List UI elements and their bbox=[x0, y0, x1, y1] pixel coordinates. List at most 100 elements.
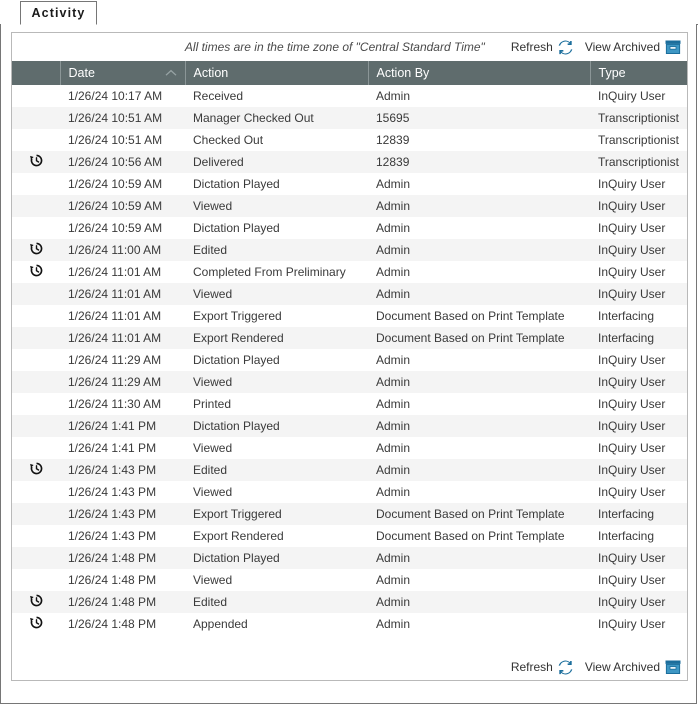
table-row: 1/26/24 11:01 AM Viewed Admin InQuiry User bbox=[12, 283, 687, 305]
table-row: 1/26/24 1:48 PM Edited Admin InQuiry User bbox=[12, 591, 687, 613]
cell-action-by: Admin bbox=[368, 613, 590, 635]
cell-date: 1/26/24 11:29 AM bbox=[60, 349, 185, 371]
cell-type: InQuiry User bbox=[590, 613, 687, 635]
row-history-cell[interactable] bbox=[12, 239, 60, 261]
cell-date: 1/26/24 10:51 AM bbox=[60, 129, 185, 151]
column-header-type[interactable]: Type bbox=[590, 61, 687, 85]
cell-date: 1/26/24 10:59 AM bbox=[60, 195, 185, 217]
table-row: 1/26/24 11:01 AM Export Rendered Document … bbox=[12, 327, 687, 349]
cell-action: Completed From Preliminary bbox=[185, 261, 368, 283]
cell-date: 1/26/24 10:17 AM bbox=[60, 85, 185, 107]
history-revert-icon[interactable] bbox=[28, 241, 44, 257]
row-history-cell bbox=[12, 85, 60, 107]
refresh-button-bottom[interactable]: Refresh bbox=[511, 660, 573, 675]
row-history-cell bbox=[12, 305, 60, 327]
row-history-cell bbox=[12, 217, 60, 239]
cell-type: InQuiry User bbox=[590, 459, 687, 481]
cell-type: InQuiry User bbox=[590, 217, 687, 239]
history-revert-icon[interactable] bbox=[28, 593, 44, 609]
table-row: 1/26/24 11:01 AM Export Triggered Document… bbox=[12, 305, 687, 327]
cell-date: 1/26/24 11:30 AM bbox=[60, 393, 185, 415]
cell-action: Export Triggered bbox=[185, 305, 368, 327]
table-row: 1/26/24 1:43 PM Export Triggered Document … bbox=[12, 503, 687, 525]
activity-toolbar: All times are in the time zone of "Centr… bbox=[12, 33, 687, 61]
row-history-cell bbox=[12, 503, 60, 525]
row-history-cell[interactable] bbox=[12, 591, 60, 613]
cell-action: Viewed bbox=[185, 569, 368, 591]
table-row: 1/26/24 11:01 AM Completed From Prelimina… bbox=[12, 261, 687, 283]
cell-action: Edited bbox=[185, 591, 368, 613]
cell-action: Dictation Played bbox=[185, 173, 368, 195]
activity-table-body: 1/26/24 10:17 AM Received Admin InQuiry Use… bbox=[12, 85, 687, 635]
cell-date: 1/26/24 11:01 AM bbox=[60, 305, 185, 327]
column-header-date[interactable]: Date bbox=[60, 61, 186, 85]
cell-action: Dictation Played bbox=[185, 217, 368, 239]
activity-footer: Refresh View Archived bbox=[12, 654, 687, 680]
cell-action-by: Admin bbox=[368, 217, 590, 239]
history-revert-icon[interactable] bbox=[28, 461, 44, 477]
activity-panel-root: Activity All times are in the time zone … bbox=[0, 0, 698, 705]
refresh-icon bbox=[558, 40, 573, 55]
tab-activity[interactable]: Activity bbox=[20, 1, 97, 25]
refresh-button-top-label: Refresh bbox=[510, 40, 553, 54]
cell-action-by: Admin bbox=[368, 85, 590, 107]
cell-action: Edited bbox=[185, 459, 368, 481]
column-header-action-label: Action bbox=[193, 66, 229, 80]
table-row: 1/26/24 11:29 AM Dictation Played Admin InQ… bbox=[12, 349, 687, 371]
cell-date: 1/26/24 10:56 AM bbox=[60, 151, 185, 173]
cell-date: 1/26/24 1:43 PM bbox=[60, 481, 185, 503]
cell-action-by: Admin bbox=[368, 393, 590, 415]
cell-action-by: Admin bbox=[368, 371, 590, 393]
table-row: 1/26/24 10:51 AM Checked Out 12839 Transcri… bbox=[12, 129, 687, 151]
row-history-cell bbox=[12, 349, 60, 371]
refresh-button-bottom-label: Refresh bbox=[510, 660, 553, 674]
cell-action-by: Document Based on Print Template bbox=[368, 305, 590, 327]
row-history-cell bbox=[12, 129, 60, 151]
row-history-cell bbox=[12, 569, 60, 591]
cell-type: InQuiry User bbox=[590, 195, 687, 217]
view-archived-button-bottom-label: View Archived bbox=[584, 660, 660, 674]
activity-table-head: Date Action Action By Type bbox=[12, 61, 687, 85]
cell-type: InQuiry User bbox=[590, 85, 687, 107]
column-header-action[interactable]: Action bbox=[185, 61, 369, 85]
cell-action-by: 12839 bbox=[368, 151, 590, 173]
cell-action-by: Document Based on Print Template bbox=[368, 503, 590, 525]
table-row: 1/26/24 1:41 PM Dictation Played Admin InQu… bbox=[12, 415, 687, 437]
timezone-note: All times are in the time zone of "Centr… bbox=[184, 40, 485, 54]
table-row: 1/26/24 10:59 AM Dictation Played Admin InQ… bbox=[12, 173, 687, 195]
history-revert-icon[interactable] bbox=[28, 615, 44, 631]
cell-action-by: Admin bbox=[368, 591, 590, 613]
row-history-cell[interactable] bbox=[12, 151, 60, 173]
view-archived-button-bottom[interactable]: View Archived bbox=[585, 660, 681, 674]
cell-date: 1/26/24 1:43 PM bbox=[60, 459, 185, 481]
refresh-button-top[interactable]: Refresh bbox=[511, 40, 573, 55]
cell-type: InQuiry User bbox=[590, 393, 687, 415]
cell-type: InQuiry User bbox=[590, 591, 687, 613]
cell-action-by: Admin bbox=[368, 437, 590, 459]
row-history-cell bbox=[12, 283, 60, 305]
row-history-cell[interactable] bbox=[12, 261, 60, 283]
row-history-cell bbox=[12, 481, 60, 503]
column-header-date-label: Date bbox=[68, 66, 95, 80]
row-history-cell bbox=[12, 415, 60, 437]
column-header-type-label: Type bbox=[598, 66, 626, 80]
row-history-cell bbox=[12, 327, 60, 349]
cell-action-by: Admin bbox=[368, 349, 590, 371]
cell-date: 1/26/24 11:29 AM bbox=[60, 371, 185, 393]
archive-box-icon bbox=[665, 40, 681, 54]
history-revert-icon[interactable] bbox=[28, 153, 44, 169]
cell-action: Printed bbox=[185, 393, 368, 415]
cell-action-by: Admin bbox=[368, 569, 590, 591]
cell-action-by: Admin bbox=[368, 195, 590, 217]
table-row: 1/26/24 1:41 PM Viewed Admin InQuiry User bbox=[12, 437, 687, 459]
cell-date: 1/26/24 11:01 AM bbox=[60, 261, 185, 283]
cell-date: 1/26/24 1:48 PM bbox=[60, 569, 185, 591]
view-archived-button-top[interactable]: View Archived bbox=[585, 40, 681, 54]
table-row: 1/26/24 10:51 AM Manager Checked Out 15695… bbox=[12, 107, 687, 129]
tab-activity-label: Activity bbox=[31, 5, 86, 20]
history-revert-icon[interactable] bbox=[28, 263, 44, 279]
cell-type: InQuiry User bbox=[590, 349, 687, 371]
row-history-cell[interactable] bbox=[12, 613, 60, 635]
row-history-cell[interactable] bbox=[12, 459, 60, 481]
column-header-action-by[interactable]: Action By bbox=[368, 61, 591, 85]
